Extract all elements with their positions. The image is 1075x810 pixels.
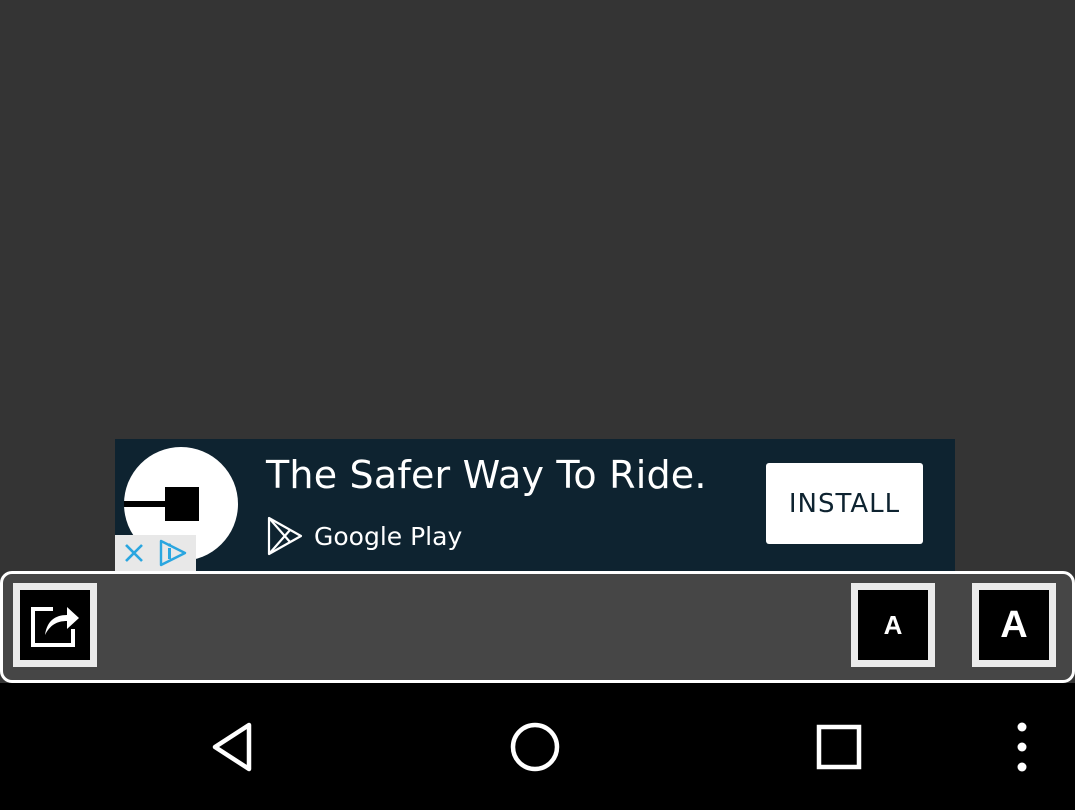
- adchoices-badge[interactable]: [115, 535, 196, 571]
- overflow-menu-button[interactable]: [992, 683, 1052, 810]
- font-small-label: A: [883, 609, 903, 640]
- share-icon: [31, 607, 79, 647]
- home-button[interactable]: [485, 683, 585, 810]
- adchoices-icon[interactable]: [153, 535, 193, 571]
- back-button[interactable]: [184, 683, 284, 810]
- share-button[interactable]: [13, 583, 97, 667]
- ad-title: The Safer Way To Ride.: [266, 453, 707, 497]
- google-play-icon: [267, 516, 303, 556]
- home-icon: [510, 722, 560, 771]
- recents-button[interactable]: [789, 683, 889, 810]
- recents-icon: [816, 724, 862, 769]
- bottom-toolbar: A A: [0, 571, 1075, 683]
- overflow-menu-icon: [1017, 722, 1027, 771]
- ad-banner[interactable]: The Safer Way To Ride. Google Play INSTA…: [115, 439, 955, 571]
- back-icon: [212, 722, 252, 771]
- decrease-font-button[interactable]: A: [851, 583, 935, 667]
- store-name: Google Play: [314, 521, 463, 551]
- increase-font-button[interactable]: A: [972, 583, 1056, 667]
- install-button[interactable]: INSTALL: [766, 463, 923, 544]
- font-large-label: A: [1000, 603, 1028, 646]
- system-navigation-bar: [0, 683, 1075, 810]
- google-play-badge: Google Play: [266, 515, 462, 557]
- close-icon[interactable]: [115, 535, 153, 571]
